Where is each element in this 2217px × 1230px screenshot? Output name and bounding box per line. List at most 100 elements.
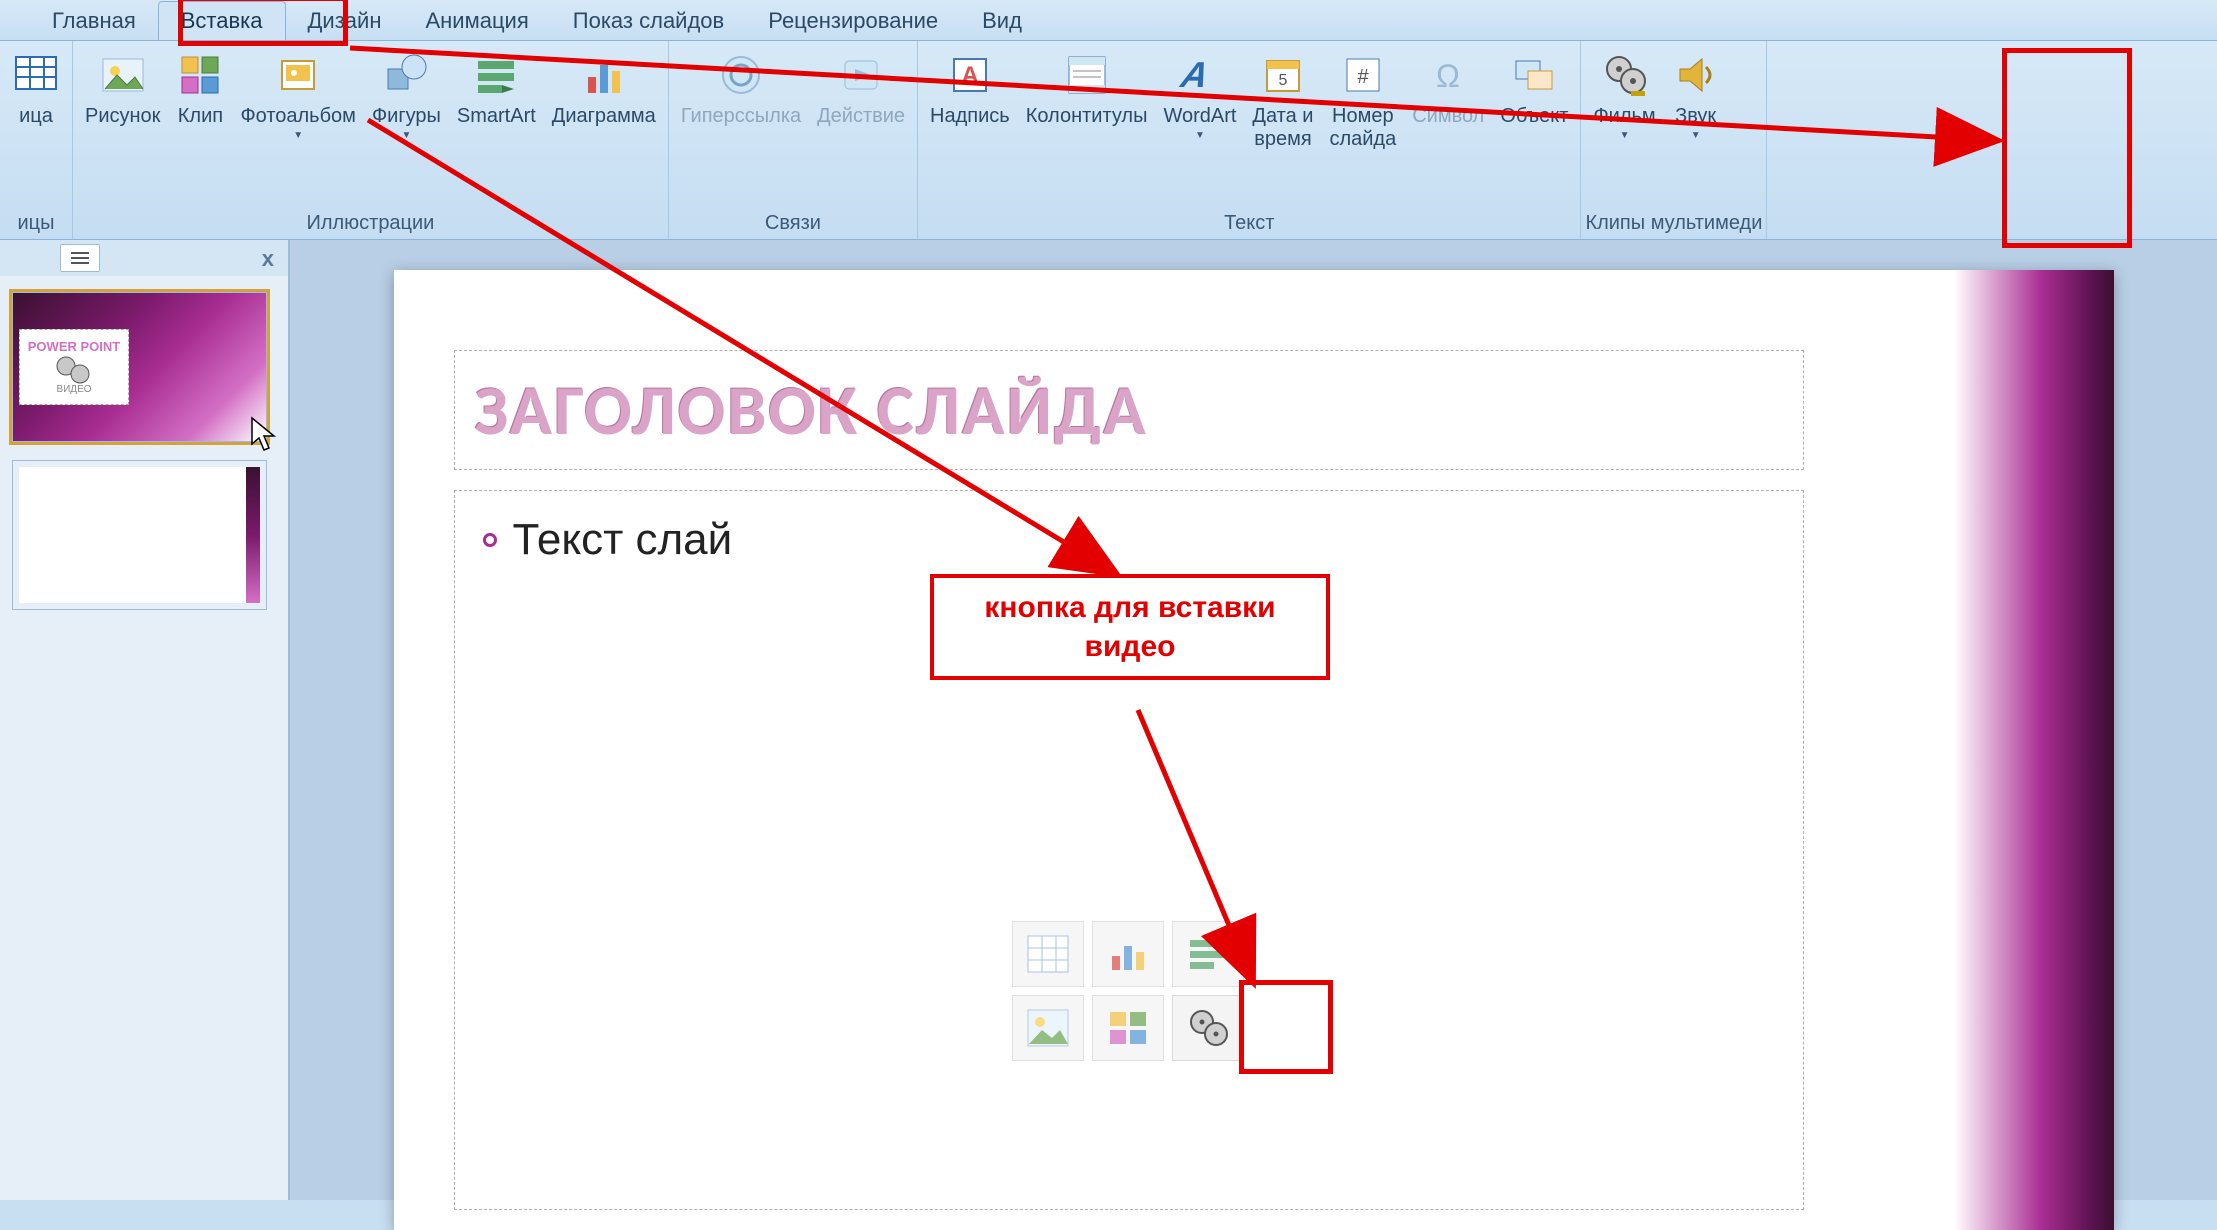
menu-tab-review[interactable]: Рецензирование [746, 2, 960, 40]
picture-icon [99, 51, 147, 99]
movie-label: Фильм [1593, 105, 1655, 128]
hyperlink-icon [717, 51, 765, 99]
menu-tab-animation[interactable]: Анимация [403, 2, 550, 40]
svg-text:#: # [1357, 66, 1369, 88]
insert-picture-icon[interactable] [1012, 995, 1084, 1061]
panel-tabs: x [0, 240, 288, 276]
headerfooter-icon [1063, 51, 1111, 99]
bullet-icon [483, 533, 497, 547]
insert-chart-icon[interactable] [1092, 921, 1164, 987]
wordart-label: WordArt [1163, 105, 1236, 128]
chevron-down-icon: ▼ [293, 130, 303, 141]
table-button[interactable]: ица [4, 47, 68, 130]
ribbon-group-illustrations: Рисунок Клип Фотоальбом ▼ Фигуры ▼ Smart… [73, 41, 669, 239]
group-label-links: Связи [673, 208, 913, 237]
clip-label: Клип [178, 105, 223, 128]
symbol-label: Символ [1412, 105, 1484, 128]
svg-text:Ω: Ω [1436, 58, 1460, 94]
slidenum-icon: # [1339, 51, 1387, 99]
cursor-icon [250, 416, 278, 459]
photo-album-icon [274, 51, 322, 99]
panel-tab-slides[interactable] [60, 244, 100, 272]
smartart-label: SmartArt [457, 105, 536, 128]
insert-smartart-icon[interactable] [1172, 921, 1244, 987]
ribbon-group-text: A Надпись Колонтитулы A WordArt ▼ 5 Дата… [918, 41, 1581, 239]
table-icon [12, 51, 60, 99]
ribbon: ица ицы Рисунок Клип Фотоальбом ▼ Фигуры [0, 40, 2217, 240]
work-area: x POWER POINT ВИДЕО ЗАГОЛОВ [0, 240, 2217, 1200]
ribbon-group-tables: ица ицы [0, 41, 73, 239]
slidenum-button[interactable]: # Номер слайда [1321, 47, 1404, 153]
hyperlink-button[interactable]: Гиперссылка [673, 47, 809, 130]
slide-body-text: Текст слай [483, 515, 1775, 565]
group-label-tables: ицы [4, 208, 68, 237]
group-label-media: Клипы мультимеди [1585, 208, 1762, 237]
movie-button[interactable]: Фильм ▼ [1585, 47, 1663, 143]
insert-table-icon[interactable] [1012, 921, 1084, 987]
thumbnails: POWER POINT ВИДЕО [0, 276, 288, 626]
group-label-illustrations: Иллюстрации [77, 208, 664, 237]
menu-tab-slideshow[interactable]: Показ слайдов [551, 2, 746, 40]
smartart-button[interactable]: SmartArt [449, 47, 544, 130]
group-label-text: Текст [922, 208, 1576, 237]
slide-thumb-2[interactable] [12, 460, 267, 610]
textbox-icon: A [946, 51, 994, 99]
svg-text:5: 5 [1278, 72, 1287, 89]
headerfooter-label: Колонтитулы [1026, 105, 1148, 128]
ribbon-group-links: Гиперссылка Действие Связи [669, 41, 918, 239]
datetime-icon: 5 [1259, 51, 1307, 99]
svg-text:A: A [1177, 54, 1213, 95]
ribbon-group-media: Фильм ▼ Звук ▼ Клипы мультимеди [1581, 41, 1767, 239]
wordart-button[interactable]: A WordArt ▼ [1155, 47, 1244, 143]
smartart-icon [472, 51, 520, 99]
menu-tab-insert[interactable]: Вставка [158, 1, 286, 40]
slide-thumb-1[interactable]: POWER POINT ВИДЕО [12, 292, 267, 442]
slide-stage: ЗАГОЛОВОК СЛАЙДА Текст слай [290, 240, 2217, 1200]
photoalbum-label: Фотоальбом [240, 105, 356, 128]
shapes-label: Фигуры [372, 105, 441, 128]
sound-label: Звук [1675, 105, 1716, 128]
menu-tab-design[interactable]: Дизайн [286, 2, 404, 40]
shapes-button[interactable]: Фигуры ▼ [364, 47, 449, 143]
headerfooter-button[interactable]: Колонтитулы [1018, 47, 1156, 130]
insert-media-icon[interactable] [1172, 995, 1244, 1061]
menu-tabs: Главная Вставка Дизайн Анимация Показ сл… [0, 0, 2217, 40]
content-placeholder[interactable]: Текст слай [454, 490, 1804, 1210]
menu-tab-view[interactable]: Вид [960, 2, 1044, 40]
sound-button[interactable]: Звук ▼ [1664, 47, 1728, 143]
datetime-button[interactable]: 5 Дата и время [1244, 47, 1321, 153]
close-panel-button[interactable]: x [262, 246, 274, 272]
textbox-label: Надпись [930, 105, 1010, 128]
action-button[interactable]: Действие [809, 47, 913, 130]
menu-tab-home[interactable]: Главная [30, 2, 158, 40]
chart-button[interactable]: Диаграмма [544, 47, 664, 130]
chart-label: Диаграмма [552, 105, 656, 128]
svg-text:A: A [961, 62, 978, 89]
movie-icon [1601, 51, 1649, 99]
chevron-down-icon: ▼ [1620, 130, 1630, 141]
chevron-down-icon: ▼ [1691, 130, 1701, 141]
shapes-icon [382, 51, 430, 99]
clip-icon [176, 51, 224, 99]
chevron-down-icon: ▼ [1195, 130, 1205, 141]
photoalbum-button[interactable]: Фотоальбом ▼ [232, 47, 364, 143]
sound-icon [1672, 51, 1720, 99]
symbol-button[interactable]: Ω Символ [1404, 47, 1492, 130]
content-placeholder-icons [1012, 921, 1246, 1063]
slides-panel: x POWER POINT ВИДЕО [0, 240, 290, 1200]
textbox-button[interactable]: A Надпись [922, 47, 1018, 130]
thumb1-preview: POWER POINT ВИДЕО [19, 329, 129, 405]
symbol-icon: Ω [1424, 51, 1472, 99]
action-icon [837, 51, 885, 99]
picture-label: Рисунок [85, 105, 160, 128]
datetime-label: Дата и время [1252, 105, 1313, 151]
table-label: ица [19, 105, 53, 128]
slide[interactable]: ЗАГОЛОВОК СЛАЙДА Текст слай [394, 270, 2114, 1230]
object-button[interactable]: Объект [1492, 47, 1576, 130]
title-placeholder[interactable]: ЗАГОЛОВОК СЛАЙДА [454, 350, 1804, 470]
object-label: Объект [1500, 105, 1568, 128]
clip-button[interactable]: Клип [168, 47, 232, 130]
action-label: Действие [817, 105, 905, 128]
picture-button[interactable]: Рисунок [77, 47, 168, 130]
insert-clipart-icon[interactable] [1092, 995, 1164, 1061]
